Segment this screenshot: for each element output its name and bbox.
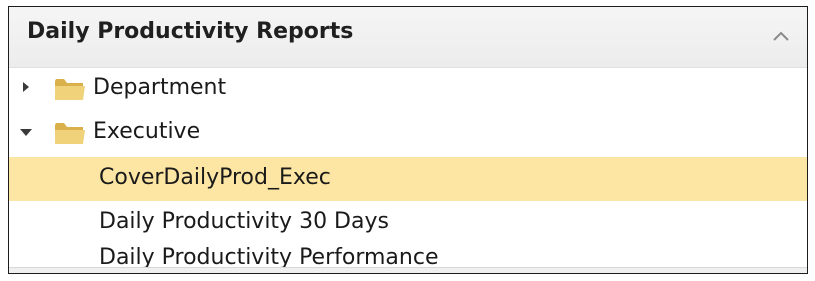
expand-arrow-icon[interactable] bbox=[17, 78, 35, 96]
tree-folder-executive[interactable]: Executive bbox=[9, 111, 807, 155]
collapse-arrow-icon[interactable] bbox=[17, 122, 35, 140]
panel-bottom-edge bbox=[9, 267, 807, 273]
tree-report-label: Daily Productivity 30 Days bbox=[99, 209, 389, 234]
folder-icon bbox=[53, 75, 87, 103]
tree-folder-label: Department bbox=[93, 75, 227, 100]
tree-report-item[interactable]: CoverDailyProd_Exec bbox=[9, 157, 807, 201]
panel-title: Daily Productivity Reports bbox=[27, 19, 354, 44]
report-tree-panel: Daily Productivity Reports Department Ex… bbox=[8, 6, 808, 274]
tree-report-label: CoverDailyProd_Exec bbox=[99, 165, 331, 190]
chevron-up-icon[interactable] bbox=[765, 21, 797, 51]
tree-folder-label: Executive bbox=[93, 119, 201, 144]
tree-report-item[interactable]: Daily Productivity Performance bbox=[9, 237, 807, 281]
tree-folder-department[interactable]: Department bbox=[9, 67, 807, 111]
report-tree: Department Executive CoverDailyProd_Exec… bbox=[9, 67, 807, 273]
folder-icon bbox=[53, 119, 87, 147]
panel-header[interactable]: Daily Productivity Reports bbox=[9, 7, 807, 68]
